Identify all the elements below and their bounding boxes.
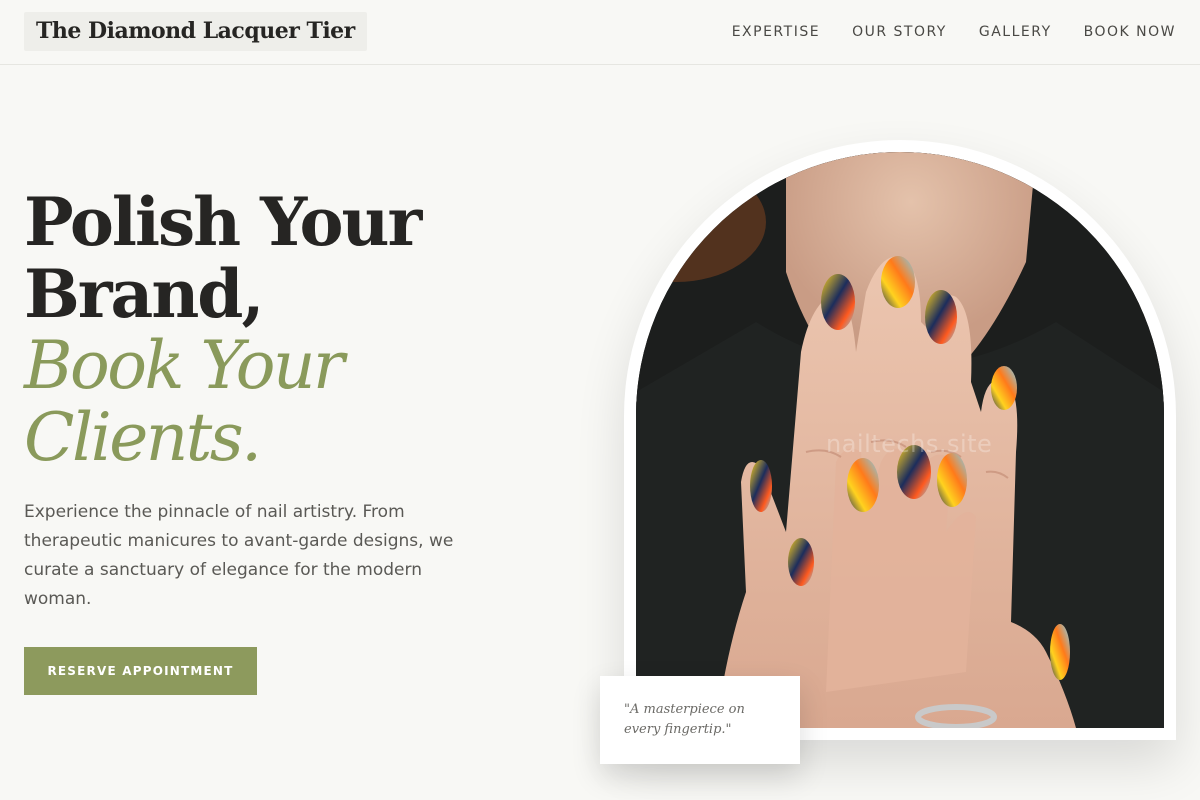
hero-image-frame: nailtechs.site [624, 140, 1176, 740]
hero-title-line-2: Brand, [24, 255, 264, 333]
hero-title: Polish Your Brand, Book Your Clients. [24, 186, 544, 474]
hero-description: Experience the pinnacle of nail artistry… [24, 502, 454, 609]
hero-image: nailtechs.site [636, 152, 1164, 728]
quote-card: "A masterpiece on every fingertip." [600, 676, 800, 764]
quote-text: "A masterpiece on every fingertip." [624, 702, 745, 737]
image-watermark: nailtechs.site [826, 430, 993, 458]
reserve-appointment-button[interactable]: RESERVE APPOINTMENT [24, 647, 257, 695]
main-nav: EXPERTISE OUR STORY GALLERY BOOK NOW [732, 0, 1176, 64]
nav-link-expertise[interactable]: EXPERTISE [732, 24, 820, 40]
nav-link-book-now[interactable]: BOOK NOW [1084, 24, 1176, 40]
brand-logo[interactable]: The Diamond Lacquer Tier [24, 12, 367, 51]
hero-title-line-1: Polish Your [24, 183, 422, 261]
site-header: The Diamond Lacquer Tier EXPERTISE OUR S… [0, 0, 1200, 65]
hero-title-accent-line-1: Book Your [24, 327, 345, 404]
nav-link-gallery[interactable]: GALLERY [979, 24, 1052, 40]
nav-link-our-story[interactable]: OUR STORY [852, 24, 947, 40]
hero-title-accent-line-2: Clients. [24, 399, 262, 476]
